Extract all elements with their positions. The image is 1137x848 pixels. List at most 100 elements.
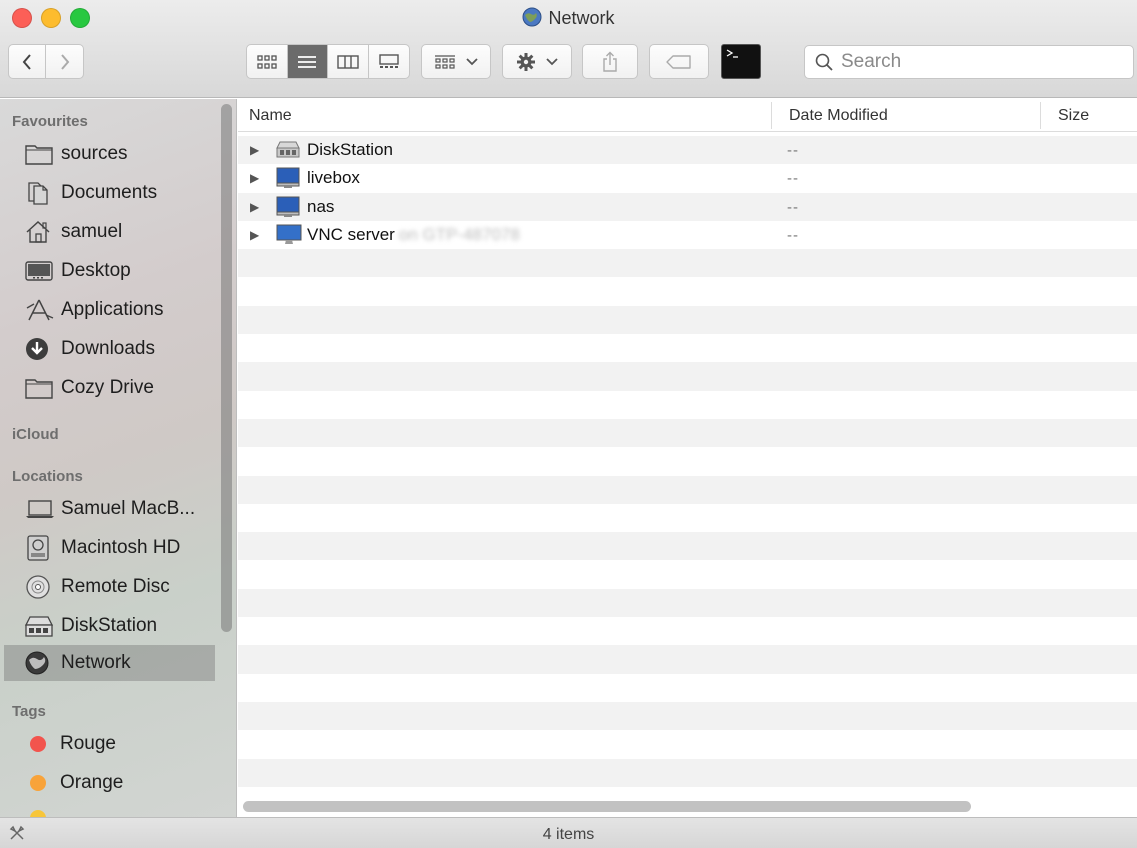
column-view-icon (337, 54, 359, 69)
forward-button[interactable] (46, 45, 83, 78)
desktop-icon (25, 258, 55, 284)
column-divider[interactable] (1040, 102, 1041, 129)
sidebar-item-downloads[interactable]: Downloads (4, 331, 215, 367)
hard-drive-icon (25, 535, 55, 561)
disclosure-triangle-icon[interactable]: ▶ (250, 200, 259, 214)
server-icon (276, 139, 300, 164)
column-header-date-modified[interactable]: Date Modified (789, 107, 888, 125)
edit-tags-button[interactable] (649, 44, 709, 79)
network-globe-icon (25, 650, 55, 676)
sidebar-item-label: sources (61, 143, 128, 164)
file-name: VNC server on GTP-487078 (307, 225, 520, 245)
empty-row (238, 588, 1137, 618)
empty-row (238, 277, 1137, 305)
file-date-modified: -- (787, 226, 799, 244)
sidebar-item-applications[interactable]: Applications (4, 292, 215, 328)
sidebar-item-remote-disc[interactable]: Remote Disc (4, 569, 215, 605)
sidebar-heading-favourites: Favourites (12, 113, 88, 130)
empty-row (238, 758, 1137, 787)
file-date-modified: -- (787, 170, 799, 188)
sidebar-item-label: Applications (61, 299, 164, 320)
sidebar-item-label: Remote Disc (61, 576, 170, 597)
empty-row (238, 418, 1137, 448)
sidebar-item-tag-rouge[interactable]: Rouge (4, 726, 215, 762)
share-button[interactable] (582, 44, 638, 79)
sidebar-item-diskstation[interactable]: DiskStation (4, 608, 215, 644)
sidebar-heading-locations[interactable]: Locations (12, 468, 83, 485)
column-divider[interactable] (771, 102, 772, 129)
disclosure-triangle-icon[interactable]: ▶ (250, 228, 259, 242)
group-by-button[interactable] (421, 44, 491, 79)
horizontal-scrollbar[interactable] (243, 801, 971, 812)
sidebar-item-documents[interactable]: Documents (4, 175, 215, 211)
disclosure-triangle-icon[interactable]: ▶ (250, 171, 259, 185)
network-globe-icon (522, 7, 542, 32)
sidebar-item-cozy-drive[interactable]: Cozy Drive (4, 370, 215, 406)
gallery-view-button[interactable] (369, 45, 409, 78)
sidebar-item-desktop[interactable]: Desktop (4, 253, 215, 289)
documents-icon (25, 180, 55, 206)
table-row-livebox[interactable]: ▶ livebox -- (238, 164, 1137, 192)
tag-icon (666, 54, 691, 69)
share-icon (603, 51, 617, 72)
table-row-diskstation[interactable]: ▶ DiskStation -- (238, 136, 1137, 165)
sidebar-item-label: Rouge (60, 733, 116, 754)
column-header: Name Date Modified Size (238, 99, 1137, 132)
back-button[interactable] (9, 45, 47, 78)
status-bar: 4 items (0, 817, 1137, 848)
tag-color-dot (30, 810, 46, 817)
laptop-icon (25, 496, 55, 522)
sidebar-item-label: Downloads (61, 338, 155, 359)
sidebar-item-label: Orange (60, 772, 124, 793)
folder-icon (25, 141, 55, 167)
sidebar-item-label: Network (61, 652, 131, 673)
group-icon (435, 54, 455, 69)
sidebar-item-label: DiskStation (61, 615, 158, 636)
icon-view-button[interactable] (247, 45, 288, 78)
window-title-text: Network (548, 8, 615, 28)
chevron-down-icon (546, 57, 558, 65)
sidebar-heading-tags[interactable]: Tags (12, 703, 46, 720)
window-title: Network (0, 7, 1137, 32)
sidebar-item-network[interactable]: Network (4, 645, 215, 681)
sidebar-item-label: Macintosh HD (61, 537, 181, 558)
file-list: Name Date Modified Size ▶ DiskStation --… (238, 99, 1137, 817)
sidebar-item-label: Documents (61, 182, 158, 203)
action-menu-button[interactable] (502, 44, 572, 79)
empty-row (238, 305, 1137, 335)
item-count: 4 items (542, 826, 595, 843)
disclosure-triangle-icon[interactable]: ▶ (250, 143, 259, 157)
sidebar-item-samuel-macbook[interactable]: Samuel MacB... (4, 491, 215, 527)
downloads-icon (25, 336, 55, 362)
toolbar: Network (0, 0, 1137, 98)
sidebar-item-macintosh-hd[interactable]: Macintosh HD (4, 530, 215, 566)
list-view-button[interactable] (287, 45, 328, 78)
column-header-size[interactable]: Size (1058, 107, 1089, 125)
view-mode-control (246, 44, 410, 79)
table-row-vnc-server[interactable]: ▶ VNC server on GTP-487078 -- (238, 221, 1137, 249)
sidebar-heading-icloud[interactable]: iCloud (12, 426, 59, 443)
tag-color-dot (30, 736, 46, 752)
search-field[interactable] (804, 45, 1134, 79)
sidebar-scrollbar[interactable] (221, 104, 232, 632)
gear-icon (517, 52, 535, 71)
sidebar-item-tag-orange[interactable]: Orange (4, 765, 215, 801)
column-header-name[interactable]: Name (249, 107, 292, 125)
home-icon (25, 219, 55, 245)
empty-row (238, 249, 1137, 278)
terminal-button[interactable] (721, 44, 761, 79)
empty-row (238, 391, 1137, 419)
sidebar-item-samuel[interactable]: samuel (4, 214, 215, 250)
column-view-button[interactable] (328, 45, 369, 78)
empty-row (238, 560, 1137, 588)
empty-row (238, 504, 1137, 532)
chevron-down-icon (466, 57, 478, 65)
sidebar-item-sources[interactable]: sources (4, 136, 215, 172)
imac-icon (276, 224, 302, 251)
table-row-nas[interactable]: ▶ nas -- (238, 192, 1137, 221)
file-rows: ▶ DiskStation -- ▶ livebox -- ▶ nas -- ▶… (238, 136, 1137, 815)
file-name-text: VNC server (307, 224, 395, 244)
file-name: DiskStation (307, 140, 393, 159)
sidebar-item-label: Desktop (61, 260, 131, 281)
search-input[interactable] (841, 51, 1121, 73)
